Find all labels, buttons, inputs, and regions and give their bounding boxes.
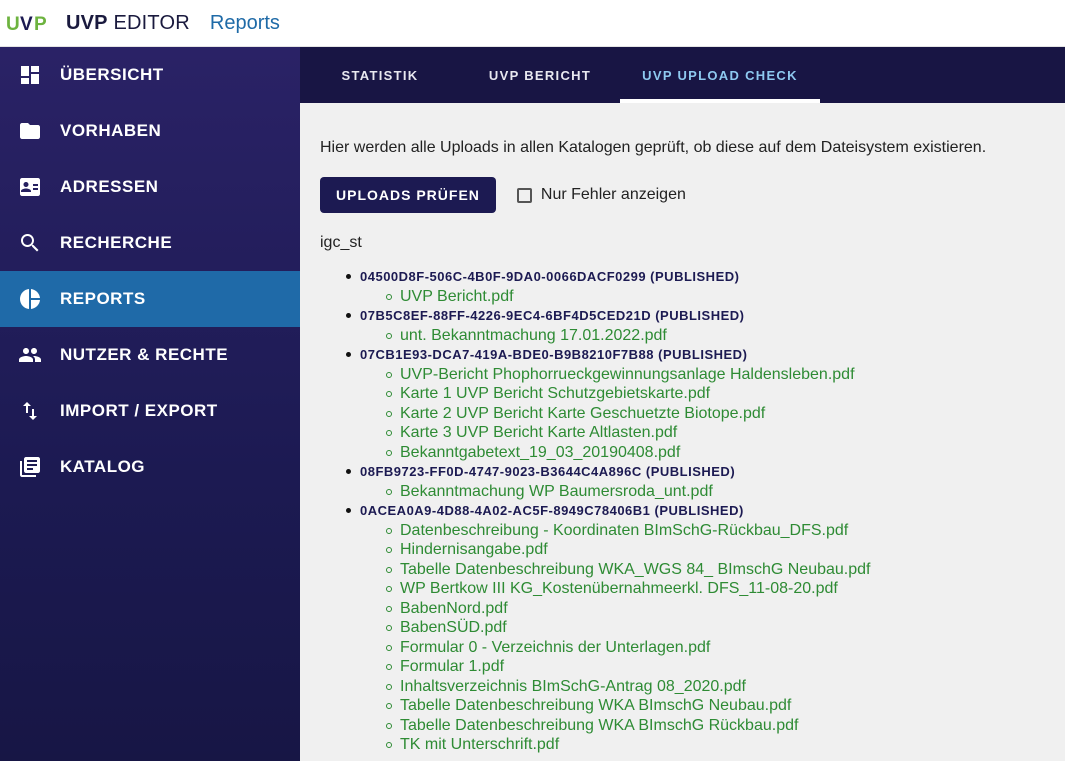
folder-icon [0, 119, 60, 143]
file-link[interactable]: Hindernisangabe.pdf [386, 540, 1045, 560]
file-link[interactable]: BabenNord.pdf [386, 599, 1045, 619]
file-list: Bekanntmachung WP Baumersroda_unt.pdf [360, 482, 1045, 502]
main-content: Hier werden alle Uploads in allen Katalo… [300, 103, 1065, 761]
dataset-id: 07B5C8EF-88FF-4226-9EC4-6BF4D5CED21D (PU… [360, 308, 745, 323]
catalog-name: igc_st [320, 234, 362, 251]
dataset-id: 07CB1E93-DCA7-419A-BDE0-B9B8210F7B88 (PU… [360, 347, 748, 362]
file-link[interactable]: Datenbeschreibung - Koordinaten BImSchG-… [386, 521, 1045, 541]
dataset-id: 08FB9723-FF0D-4747-9023-B3644C4A896C (PU… [360, 464, 736, 479]
file-list: unt. Bekanntmachung 17.01.2022.pdf [360, 326, 1045, 346]
sidebar-item-katalog[interactable]: KATALOG [0, 439, 300, 495]
sidebar-item-label: IMPORT / EXPORT [60, 401, 218, 420]
top-bar: U V P UVP EDITOR Reports [0, 0, 1065, 47]
svg-text:P: P [34, 14, 47, 33]
sidebar-item-vorhaben[interactable]: VORHABEN [0, 103, 300, 159]
app-title: UVP EDITOR [66, 12, 190, 35]
people-icon [0, 343, 60, 367]
sidebar-item-adressen[interactable]: ADRESSEN [0, 159, 300, 215]
sidebar-item-label: RECHERCHE [60, 233, 173, 252]
sidebar-item-reports[interactable]: REPORTS [0, 271, 300, 327]
uvp-logo[interactable]: U V P [6, 12, 52, 34]
pie-chart-icon [0, 287, 60, 311]
file-link[interactable]: Bekanntgabetext_19_03_20190408.pdf [386, 443, 1045, 463]
file-link[interactable]: Formular 1.pdf [386, 657, 1045, 677]
sidebar-item-uebersicht[interactable]: ÜBERSICHT [0, 47, 300, 103]
sidebar-item-label: ADRESSEN [60, 177, 159, 196]
file-link[interactable]: Tabelle Datenbeschreibung WKA BImschG Ne… [386, 696, 1045, 716]
sidebar-item-import-export[interactable]: IMPORT / EXPORT [0, 383, 300, 439]
file-list: UVP-Bericht Phophorrueckgewinnungsanlage… [360, 365, 1045, 463]
app-title-rest: EDITOR [107, 11, 190, 34]
description-text: Hier werden alle Uploads in allen Katalo… [320, 139, 987, 156]
only-errors-checkbox[interactable]: Nur Fehler anzeigen [516, 186, 686, 204]
dataset-id: 0ACEA0A9-4D88-4A02-AC5F-8949C78406B1 (PU… [360, 503, 744, 518]
sidebar-item-label: NUTZER & RECHTE [60, 345, 229, 364]
import-export-icon [0, 399, 60, 423]
search-icon [0, 231, 60, 255]
file-link[interactable]: Tabelle Datenbeschreibung WKA_WGS 84_ BI… [386, 560, 1045, 580]
file-link[interactable]: Karte 2 UVP Bericht Karte Geschuetzte Bi… [386, 404, 1045, 424]
upload-group: 08FB9723-FF0D-4747-9023-B3644C4A896C (PU… [346, 462, 1045, 501]
upload-group: 07CB1E93-DCA7-419A-BDE0-B9B8210F7B88 (PU… [346, 345, 1045, 462]
actions-row: UPLOADS PRÜFEN Nur Fehler anzeigen [320, 177, 1045, 213]
sidebar-item-label: ÜBERSICHT [60, 65, 164, 84]
file-link[interactable]: Inhaltsverzeichnis BImSchG-Antrag 08_202… [386, 677, 1045, 697]
file-link[interactable]: Formular 0 - Verzeichnis der Unterlagen.… [386, 638, 1045, 658]
check-uploads-button[interactable]: UPLOADS PRÜFEN [320, 177, 496, 213]
sidebar-item-label: VORHABEN [60, 121, 162, 140]
file-list: Datenbeschreibung - Koordinaten BImSchG-… [360, 521, 1045, 755]
file-link[interactable]: UVP-Bericht Phophorrueckgewinnungsanlage… [386, 365, 1045, 385]
sidebar-item-label: KATALOG [60, 457, 146, 476]
sidebar-item-nutzer-rechte[interactable]: NUTZER & RECHTE [0, 327, 300, 383]
file-link[interactable]: Tabelle Datenbeschreibung WKA BImschG Rü… [386, 716, 1045, 736]
file-list: UVP Bericht.pdf [360, 287, 1045, 307]
breadcrumb[interactable]: Reports [210, 12, 280, 35]
file-link[interactable]: Karte 3 UVP Bericht Karte Altlasten.pdf [386, 423, 1045, 443]
tab-statistik[interactable]: STATISTIK [300, 47, 460, 103]
sidebar-item-recherche[interactable]: RECHERCHE [0, 215, 300, 271]
dashboard-icon [0, 63, 60, 87]
upload-group: 07B5C8EF-88FF-4226-9EC4-6BF4D5CED21D (PU… [346, 306, 1045, 345]
library-books-icon [0, 455, 60, 479]
contact-card-icon [0, 175, 60, 199]
tab-uvp-upload-check[interactable]: UVP UPLOAD CHECK [620, 47, 820, 103]
sidebar: ÜBERSICHT VORHABEN ADRESSEN RECHERCHE RE… [0, 47, 300, 761]
file-link[interactable]: UVP Bericht.pdf [386, 287, 1045, 307]
file-link[interactable]: BabenSÜD.pdf [386, 618, 1045, 638]
file-link[interactable]: Bekanntmachung WP Baumersroda_unt.pdf [386, 482, 1045, 502]
file-link[interactable]: WP Bertkow III KG_Kostenübernahmeerkl. D… [386, 579, 1045, 599]
app-title-bold: UVP [66, 11, 108, 34]
only-errors-label: Nur Fehler anzeigen [540, 186, 686, 203]
file-link[interactable]: Karte 1 UVP Bericht Schutzgebietskarte.p… [386, 384, 1045, 404]
upload-group: 0ACEA0A9-4D88-4A02-AC5F-8949C78406B1 (PU… [346, 501, 1045, 755]
file-link[interactable]: TK mit Unterschrift.pdf [386, 735, 1045, 755]
upload-groups-list: 04500D8F-506C-4B0F-9DA0-0066DACF0299 (PU… [320, 267, 1045, 755]
upload-group: 04500D8F-506C-4B0F-9DA0-0066DACF0299 (PU… [346, 267, 1045, 306]
tab-bar: STATISTIK UVP BERICHT UVP UPLOAD CHECK [300, 47, 1065, 103]
file-link[interactable]: unt. Bekanntmachung 17.01.2022.pdf [386, 326, 1045, 346]
svg-text:V: V [20, 14, 33, 33]
sidebar-item-label: REPORTS [60, 289, 146, 308]
dataset-id: 04500D8F-506C-4B0F-9DA0-0066DACF0299 (PU… [360, 269, 740, 284]
tab-uvp-bericht[interactable]: UVP BERICHT [460, 47, 620, 103]
checkbox-box[interactable] [516, 187, 532, 203]
svg-text:U: U [6, 14, 20, 33]
